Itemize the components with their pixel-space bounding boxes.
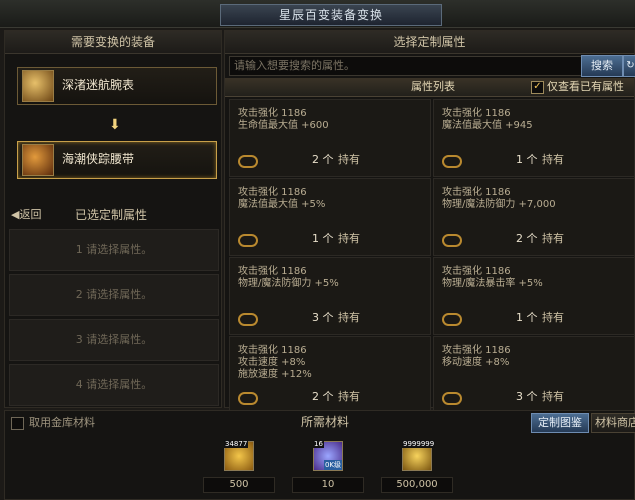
attribute-count: 1 个 — [516, 153, 538, 166]
ring-icon — [238, 392, 258, 405]
attribute-slot-3[interactable]: 3 请选择属性。 — [9, 319, 219, 361]
equipment-panel: 需要变换的装备 深渚迷航腕表 ⬇ 海潮侠踪腰带 ◀返回 已选定制属性 1 请选择… — [4, 30, 222, 408]
attribute-list-header: 属性列表 ✓ 仅查看已有属性 — [225, 78, 634, 97]
owned-label: 持有 — [542, 311, 564, 324]
owned-label: 持有 — [338, 390, 360, 403]
attribute-card[interactable]: 攻击强化 1186 魔法值最大值 +5% 1 个 持有 — [229, 178, 431, 256]
attribute-count: 2 个 — [312, 390, 334, 403]
equipment-item-label: 深渚迷航腕表 — [62, 78, 135, 92]
attribute-card[interactable]: 攻击强化 1186 物理/魔法暴击率 +5% 1 个 持有 — [433, 257, 635, 335]
search-button[interactable]: 搜索 — [581, 55, 623, 77]
back-button[interactable]: ◀返回 — [11, 206, 41, 222]
only-owned-label: 仅查看已有属性 — [547, 80, 624, 93]
attribute-card[interactable]: 攻击强化 1186 物理/魔法防御力 +5% 3 个 持有 — [229, 257, 431, 335]
ring-icon — [442, 234, 462, 247]
owned-label: 持有 — [542, 390, 564, 403]
window-title: 星辰百变装备变换 — [220, 4, 442, 26]
attribute-slot-2[interactable]: 2 请选择属性。 — [9, 274, 219, 316]
attribute-count: 3 个 — [516, 390, 538, 403]
attribute-card[interactable]: 攻击强化 1186 攻击速度 +8% 施放速度 +12% 2 个 持有 — [229, 336, 431, 414]
attribute-slot-1[interactable]: 1 请选择属性。 — [9, 229, 219, 271]
arrow-down-icon: ⬇ — [109, 117, 121, 133]
attribute-count: 1 个 — [516, 311, 538, 324]
use-storage-label: 取用金库材料 — [29, 416, 95, 429]
selected-attributes-title: 已选定制属性 — [75, 208, 148, 222]
equipment-item-belt[interactable]: 海潮侠踪腰带 — [17, 141, 217, 179]
owned-label: 持有 — [338, 311, 360, 324]
materials-title: 所需材料 — [301, 415, 350, 429]
custom-catalog-button[interactable]: 定制图鉴 — [531, 413, 589, 433]
attribute-list-title: 属性列表 — [411, 80, 455, 93]
attribute-line: 魔法值最大值 +945 — [442, 120, 533, 131]
only-owned-checkbox[interactable]: ✓ — [531, 81, 544, 94]
ring-icon — [238, 313, 258, 326]
attribute-card[interactable]: 攻击强化 1186 移动速度 +8% 3 个 持有 — [433, 336, 635, 414]
ring-icon — [238, 234, 258, 247]
materials-bar: 取用金库材料 所需材料 定制图鉴 材料商店 34877 16 0K级 99999… — [4, 410, 635, 500]
attribute-panel: 选择定制属性 请输入想要搜索的属性。 搜索 ↻ 属性列表 ✓ 仅查看已有属性 攻… — [224, 30, 635, 414]
attribute-line: 物理/魔法防御力 +7,000 — [442, 199, 556, 210]
material-quantity: 10 — [292, 477, 364, 493]
attribute-line: 生命值最大值 +600 — [238, 120, 329, 131]
owned-label: 持有 — [338, 153, 360, 166]
material-shop-button[interactable]: 材料商店 — [591, 413, 635, 433]
equipment-panel-header: 需要变换的装备 — [5, 31, 221, 54]
owned-label: 持有 — [542, 153, 564, 166]
material-quantity: 500,000 — [381, 477, 453, 493]
belt-icon — [22, 144, 54, 176]
attribute-line: 物理/魔法暴击率 +5% — [442, 278, 543, 289]
attribute-line: 魔法值最大值 +5% — [238, 199, 326, 210]
crystal-box-icon: 16 0K级 — [313, 440, 343, 471]
attribute-line: 物理/魔法防御力 +5% — [238, 278, 339, 289]
attribute-line: 施放速度 +12% — [238, 369, 312, 380]
material-quantity: 500 — [203, 477, 275, 493]
attribute-count: 1 个 — [312, 232, 334, 245]
ring-icon — [442, 155, 462, 168]
ring-icon — [238, 155, 258, 168]
material-owned-count: 16 — [313, 440, 324, 448]
ring-icon — [442, 313, 462, 326]
material-tag: 0K级 — [323, 460, 342, 470]
material-owned-count: 34877 — [224, 440, 249, 448]
attribute-count: 3 个 — [312, 311, 334, 324]
gold-ingot-icon: 34877 — [224, 440, 254, 471]
gold-coins-icon: 9999999 — [402, 440, 436, 471]
window-titlebar: 星辰百变装备变换 — [0, 0, 635, 28]
use-storage-checkbox[interactable] — [11, 417, 24, 430]
owned-label: 持有 — [338, 232, 360, 245]
attribute-count: 2 个 — [516, 232, 538, 245]
attribute-card[interactable]: 攻击强化 1186 物理/魔法防御力 +7,000 2 个 持有 — [433, 178, 635, 256]
attribute-card[interactable]: 攻击强化 1186 生命值最大值 +600 2 个 持有 — [229, 99, 431, 177]
attribute-count: 2 个 — [312, 153, 334, 166]
attribute-slot-4[interactable]: 4 请选择属性。 — [9, 364, 219, 406]
refresh-button[interactable]: ↻ — [623, 55, 635, 77]
search-input[interactable]: 请输入想要搜索的属性。 — [229, 56, 583, 76]
ring-icon — [442, 392, 462, 405]
watch-icon — [22, 70, 54, 102]
owned-label: 持有 — [542, 232, 564, 245]
attribute-panel-header: 选择定制属性 — [225, 31, 634, 54]
attribute-card[interactable]: 攻击强化 1186 魔法值最大值 +945 1 个 持有 — [433, 99, 635, 177]
material-owned-count: 9999999 — [402, 440, 436, 448]
attribute-line: 移动速度 +8% — [442, 357, 510, 368]
equipment-item-label: 海潮侠踪腰带 — [62, 152, 135, 166]
equipment-item-watch[interactable]: 深渚迷航腕表 — [17, 67, 217, 105]
